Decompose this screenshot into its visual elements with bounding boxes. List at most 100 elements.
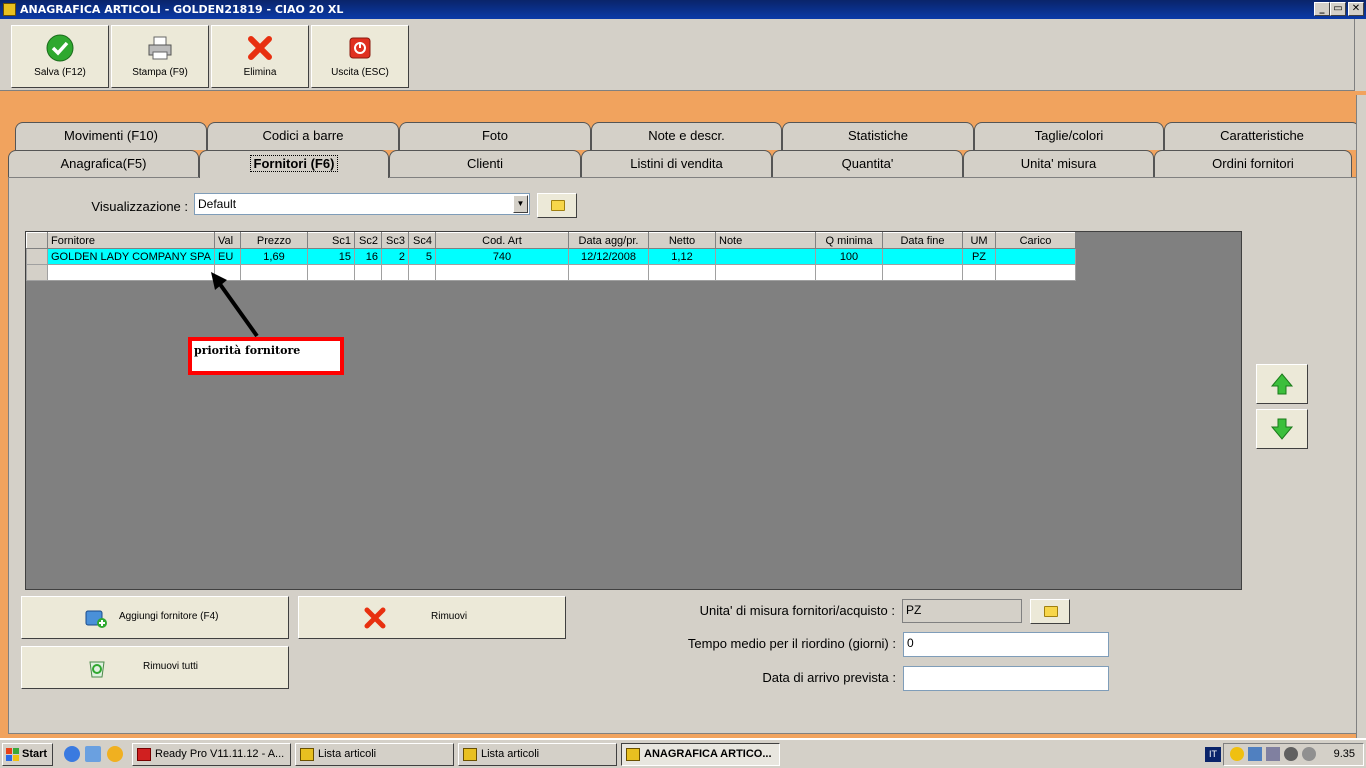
view-folder-button[interactable] (537, 193, 577, 218)
empty-cell[interactable] (408, 264, 436, 281)
col-q-minima[interactable]: Q minima (815, 232, 883, 249)
empty-cell[interactable] (307, 264, 355, 281)
empty-cell[interactable] (568, 264, 649, 281)
cell-um[interactable]: PZ (962, 248, 996, 265)
network-icon[interactable] (1248, 747, 1262, 761)
col-carico[interactable]: Carico (995, 232, 1076, 249)
view-select[interactable]: Default ▼ (194, 193, 530, 215)
tab-codici-a-barre[interactable]: Codici a barre (207, 122, 399, 150)
dropdown-arrow-icon[interactable]: ▼ (513, 195, 528, 213)
tab-fornitori[interactable]: Fornitori (F6) (199, 150, 389, 178)
task-lista-articoli-2[interactable]: Lista articoli (458, 743, 617, 766)
media-player-icon[interactable] (107, 746, 123, 762)
col-fornitore[interactable]: Fornitore (47, 232, 215, 249)
cell-q-minima[interactable]: 100 (815, 248, 883, 265)
col-cod-art[interactable]: Cod. Art (435, 232, 569, 249)
tab-statistiche[interactable]: Statistiche (782, 122, 974, 150)
tab-note-e-descr[interactable]: Note e descr. (591, 122, 782, 150)
table-row[interactable]: GOLDEN LADY COMPANY SPA EU 1,69 15 16 2 … (26, 248, 1076, 265)
empty-cell[interactable] (882, 264, 963, 281)
col-prezzo[interactable]: Prezzo (240, 232, 308, 249)
tab-foto[interactable]: Foto (399, 122, 591, 150)
empty-cell[interactable] (648, 264, 716, 281)
row-selector[interactable] (26, 264, 48, 281)
reorder-time-field[interactable]: 0 (903, 632, 1109, 657)
tab-movimenti[interactable]: Movimenti (F10) (15, 122, 207, 150)
close-button[interactable]: ✕ (1348, 2, 1364, 16)
desktop-icon[interactable] (85, 746, 101, 762)
cell-sc1[interactable]: 15 (307, 248, 355, 265)
col-val[interactable]: Val (214, 232, 241, 249)
cell-fornitore[interactable]: GOLDEN LADY COMPANY SPA (47, 248, 215, 265)
cell-netto[interactable]: 1,12 (648, 248, 716, 265)
task-ready-pro[interactable]: Ready Pro V11.11.12 - A... (132, 743, 291, 766)
save-button[interactable]: Salva (F12) (11, 25, 109, 88)
panel-scrollbar[interactable] (1356, 95, 1366, 738)
restore-button[interactable]: ▭ (1330, 2, 1346, 16)
empty-cell[interactable] (995, 264, 1076, 281)
empty-cell[interactable] (435, 264, 569, 281)
task-lista-articoli-1[interactable]: Lista articoli (295, 743, 454, 766)
remove-all-label: Rimuovi tutti (143, 661, 199, 672)
table-row-new[interactable] (26, 264, 1076, 281)
col-data-fine[interactable]: Data fine (882, 232, 963, 249)
task-label: Lista articoli (318, 748, 377, 760)
col-sc1[interactable]: Sc1 (307, 232, 355, 249)
cell-data-fine[interactable] (882, 248, 963, 265)
delete-button[interactable]: Elimina (211, 25, 309, 88)
tab-quantita[interactable]: Quantita' (772, 150, 963, 178)
empty-cell[interactable] (962, 264, 996, 281)
start-button[interactable]: Start (2, 743, 53, 766)
volume-icon[interactable] (1284, 747, 1298, 761)
tray-app-icon[interactable] (1230, 747, 1244, 761)
remove-all-button[interactable]: Rimuovi tutti (21, 646, 289, 689)
tab-clienti[interactable]: Clienti (389, 150, 581, 178)
arrival-date-field[interactable] (903, 666, 1109, 691)
cell-data-agg[interactable]: 12/12/2008 (568, 248, 649, 265)
ie-icon[interactable] (64, 746, 80, 762)
col-um[interactable]: UM (962, 232, 996, 249)
col-note[interactable]: Note (715, 232, 816, 249)
col-sc2[interactable]: Sc2 (354, 232, 382, 249)
cell-prezzo[interactable]: 1,69 (240, 248, 308, 265)
um-folder-button[interactable] (1030, 599, 1070, 624)
network-icon[interactable] (1266, 747, 1280, 761)
exit-button[interactable]: Uscita (ESC) (311, 25, 409, 88)
col-data-agg[interactable]: Data agg/pr. (568, 232, 649, 249)
empty-cell[interactable] (354, 264, 382, 281)
tray-misc-icon[interactable] (1302, 747, 1316, 761)
toolbar-scrollbar[interactable] (1354, 19, 1366, 91)
task-anagrafica-articoli[interactable]: ANAGRAFICA ARTICO... (621, 743, 780, 766)
tab-caratteristiche[interactable]: Caratteristiche (1164, 122, 1360, 150)
language-indicator[interactable]: IT (1205, 747, 1221, 762)
clock[interactable]: 9.35 (1334, 748, 1355, 760)
cell-sc3[interactable]: 2 (381, 248, 409, 265)
row-selector[interactable] (26, 248, 48, 265)
tab-listini-di-vendita[interactable]: Listini di vendita (581, 150, 772, 178)
tab-taglie-colori[interactable]: Taglie/colori (974, 122, 1164, 150)
toolbar: Salva (F12) Stampa (F9) Elimina Uscita (… (0, 19, 1366, 91)
remove-button[interactable]: Rimuovi (298, 596, 566, 639)
cell-carico[interactable] (995, 248, 1076, 265)
move-up-button[interactable] (1256, 364, 1308, 404)
col-netto[interactable]: Netto (648, 232, 716, 249)
cell-val[interactable]: EU (214, 248, 241, 265)
print-button[interactable]: Stampa (F9) (111, 25, 209, 88)
cell-sc4[interactable]: 5 (408, 248, 436, 265)
move-down-button[interactable] (1256, 409, 1308, 449)
print-label: Stampa (F9) (132, 67, 188, 78)
col-sc3[interactable]: Sc3 (381, 232, 409, 249)
empty-cell[interactable] (715, 264, 816, 281)
tab-unita-misura[interactable]: Unita' misura (963, 150, 1154, 178)
empty-cell[interactable] (381, 264, 409, 281)
cell-note[interactable] (715, 248, 816, 265)
minimize-button[interactable]: _ (1314, 2, 1330, 16)
tab-anagrafica[interactable]: Anagrafica(F5) (8, 150, 199, 178)
empty-cell[interactable] (47, 264, 215, 281)
cell-cod-art[interactable]: 740 (435, 248, 569, 265)
col-sc4[interactable]: Sc4 (408, 232, 436, 249)
add-supplier-button[interactable]: Aggiungi fornitore (F4) (21, 596, 289, 639)
tab-ordini-fornitori[interactable]: Ordini fornitori (1154, 150, 1352, 178)
cell-sc2[interactable]: 16 (354, 248, 382, 265)
empty-cell[interactable] (815, 264, 883, 281)
